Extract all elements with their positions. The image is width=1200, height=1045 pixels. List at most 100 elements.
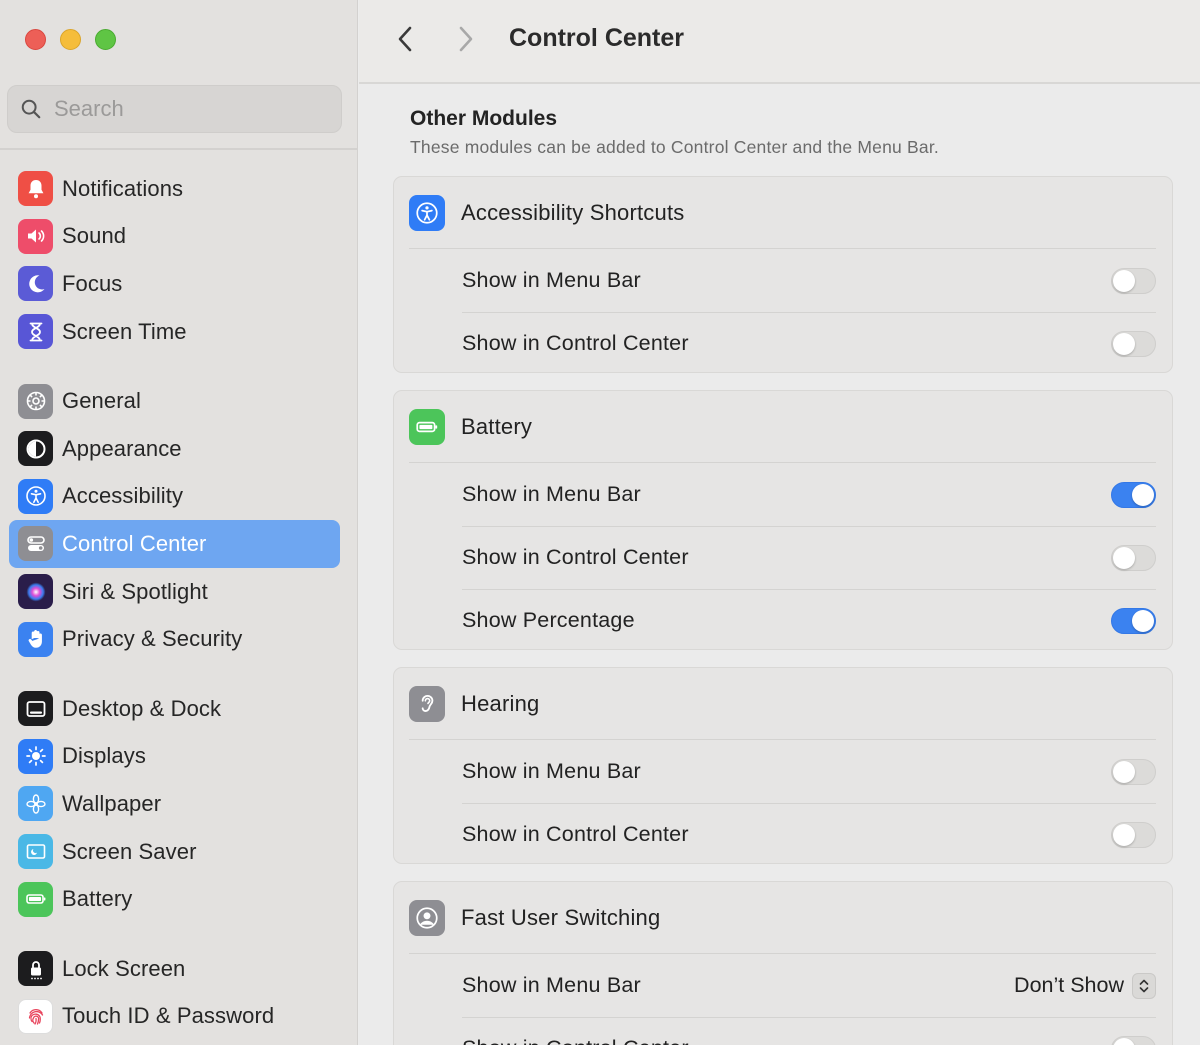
setting-label: Show in Menu Bar [462, 268, 641, 292]
zoom-window-button[interactable] [95, 29, 116, 50]
flower-icon [18, 786, 53, 822]
sidebar: Notifications Sound Focus Screen Time [0, 0, 358, 1045]
toggle-switch[interactable] [1111, 267, 1156, 294]
sidebar-item-lock-screen[interactable]: Lock Screen [9, 945, 340, 993]
toggle-switch[interactable] [1111, 330, 1156, 357]
module-card-hearing: Hearing Show in Menu Bar Show in Control… [393, 667, 1173, 864]
module-card-battery: Battery Show in Menu Bar Show in Control… [393, 390, 1173, 650]
setting-row-show-in-control-center: Show in Control Center [394, 312, 1172, 375]
gear-icon [18, 383, 53, 419]
sidebar-item-desktop-dock[interactable]: Desktop & Dock [9, 685, 340, 733]
toggle-switch[interactable] [1111, 544, 1156, 571]
module-header: Hearing [394, 668, 1172, 739]
search-field[interactable] [7, 85, 342, 133]
setting-label: Show in Control Center [462, 331, 689, 355]
control-center-icon [18, 526, 53, 562]
chevron-right-icon [459, 26, 473, 52]
setting-label: Show Percentage [462, 608, 635, 632]
screensaver-icon [18, 834, 53, 870]
menu-bar-display-popup[interactable]: Don’t Show [1014, 972, 1156, 999]
sidebar-item-focus[interactable]: Focus [9, 260, 340, 308]
battery-icon [409, 408, 445, 445]
setting-row-show-in-control-center: Show in Control Center [394, 803, 1172, 866]
setting-row-show-in-menu-bar: Show in Menu Bar [394, 463, 1172, 526]
user-icon [409, 899, 445, 936]
sidebar-item-label: Screen Time [62, 318, 187, 344]
hourglass-icon [18, 314, 53, 350]
sidebar-item-displays[interactable]: Displays [9, 733, 340, 781]
sidebar-item-label: Battery [62, 886, 133, 912]
setting-row-show-in-menu-bar: Show in Menu Bar [394, 740, 1172, 803]
toggle-switch[interactable] [1111, 481, 1156, 508]
sidebar-item-screen-saver[interactable]: Screen Saver [9, 828, 340, 876]
sidebar-item-label: Touch ID & Password [62, 1003, 275, 1029]
sidebar-item-touch-id-password[interactable]: Touch ID & Password [9, 993, 340, 1041]
sidebar-item-label: Control Center [62, 530, 207, 556]
toggle-switch[interactable] [1111, 1035, 1156, 1045]
moon-icon [18, 266, 53, 302]
battery-icon [18, 881, 53, 917]
sidebar-item-siri-spotlight[interactable]: Siri & Spotlight [9, 568, 340, 616]
setting-label: Show in Control Center [462, 1036, 689, 1045]
module-card-accessibility-shortcuts: Accessibility Shortcuts Show in Menu Bar… [393, 176, 1173, 373]
sidebar-item-privacy-security[interactable]: Privacy & Security [9, 615, 340, 663]
window-controls [25, 29, 116, 50]
minimize-window-button[interactable] [60, 29, 81, 50]
sidebar-item-appearance[interactable]: Appearance [9, 425, 340, 473]
setting-label: Show in Control Center [462, 545, 689, 569]
search-icon [21, 99, 41, 119]
sidebar-item-screen-time[interactable]: Screen Time [9, 308, 340, 356]
sidebar-item-label: Desktop & Dock [62, 695, 222, 721]
sidebar-nav: Notifications Sound Focus Screen Time Ge… [9, 165, 340, 1040]
sidebar-item-label: Lock Screen [62, 955, 186, 981]
sidebar-item-label: General [62, 388, 141, 414]
sun-icon [18, 738, 53, 774]
sidebar-item-sound[interactable]: Sound [9, 213, 340, 261]
page-title: Control Center [509, 24, 684, 52]
siri-icon [18, 574, 53, 610]
lock-icon [18, 951, 53, 987]
search-input[interactable] [54, 96, 314, 122]
setting-label: Show in Menu Bar [462, 973, 641, 997]
sidebar-item-battery[interactable]: Battery [9, 875, 340, 923]
setting-row-show-in-menu-bar: Show in Menu Bar [394, 249, 1172, 312]
bell-icon [18, 171, 53, 207]
sidebar-item-wallpaper[interactable]: Wallpaper [9, 780, 340, 828]
sidebar-item-label: Wallpaper [62, 790, 162, 816]
module-title: Battery [461, 413, 533, 439]
module-header: Accessibility Shortcuts [394, 177, 1172, 248]
setting-label: Show in Menu Bar [462, 482, 641, 506]
setting-label: Show in Control Center [462, 822, 689, 846]
forward-button[interactable] [450, 22, 482, 56]
setting-row-show-in-menu-bar: Show in Menu Bar Don’t Show [394, 954, 1172, 1017]
sidebar-item-label: Siri & Spotlight [62, 578, 208, 604]
fingerprint-icon [18, 998, 53, 1034]
accessibility-icon [409, 194, 445, 231]
sidebar-item-control-center[interactable]: Control Center [9, 520, 340, 568]
toggle-switch[interactable] [1111, 821, 1156, 848]
toggle-switch[interactable] [1111, 607, 1156, 634]
toolbar: Control Center [359, 0, 1200, 84]
module-header: Fast User Switching [394, 882, 1172, 953]
toggle-switch[interactable] [1111, 758, 1156, 785]
section-title: Other Modules [410, 107, 558, 130]
sidebar-item-general[interactable]: General [9, 377, 340, 425]
sidebar-item-label: Displays [62, 743, 146, 769]
setting-row-show-percentage: Show Percentage [394, 589, 1172, 652]
appearance-icon [18, 431, 53, 467]
sidebar-item-accessibility[interactable]: Accessibility [9, 473, 340, 521]
sidebar-item-notifications[interactable]: Notifications [9, 165, 340, 213]
chevron-up-down-icon [1132, 972, 1156, 999]
setting-row-show-in-control-center: Show in Control Center [394, 526, 1172, 589]
back-button[interactable] [389, 22, 421, 56]
chevron-left-icon [398, 26, 412, 52]
module-title: Hearing [461, 690, 540, 716]
ear-icon [409, 685, 445, 722]
setting-row-show-in-control-center: Show in Control Center [394, 1017, 1172, 1045]
speaker-icon [18, 218, 53, 254]
close-window-button[interactable] [25, 29, 46, 50]
module-title: Fast User Switching [461, 904, 661, 930]
sidebar-divider [0, 148, 357, 150]
